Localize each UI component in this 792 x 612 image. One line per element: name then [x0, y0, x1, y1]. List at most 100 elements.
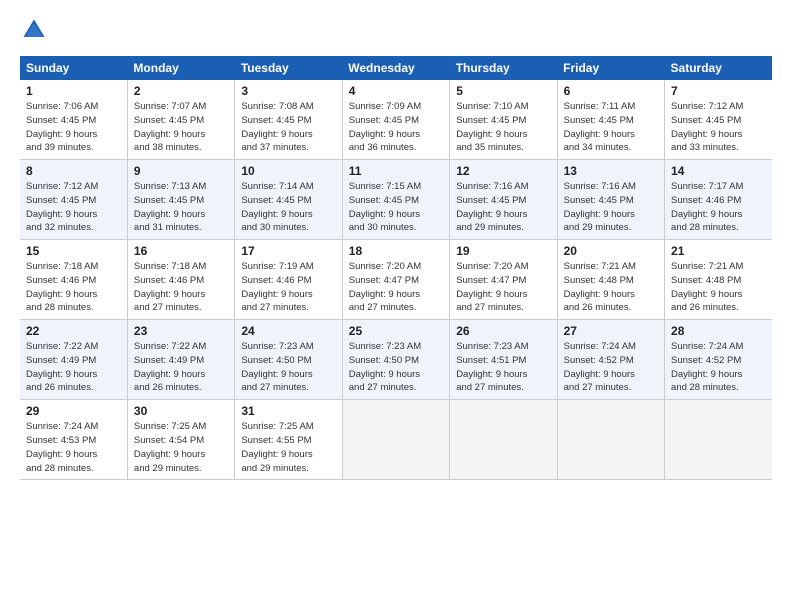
calendar-cell: 22 Sunrise: 7:22 AMSunset: 4:49 PMDayligh…: [20, 320, 127, 400]
calendar-table: SundayMondayTuesdayWednesdayThursdayFrid…: [20, 56, 772, 480]
day-number: 11: [349, 164, 443, 178]
header-row: SundayMondayTuesdayWednesdayThursdayFrid…: [20, 56, 772, 80]
header-cell-wednesday: Wednesday: [342, 56, 449, 80]
day-number: 22: [26, 324, 121, 338]
day-number: 26: [456, 324, 550, 338]
calendar-cell: 15 Sunrise: 7:18 AMSunset: 4:46 PMDayligh…: [20, 240, 127, 320]
day-info: Sunrise: 7:23 AMSunset: 4:50 PMDaylight:…: [349, 340, 443, 395]
day-info: Sunrise: 7:07 AMSunset: 4:45 PMDaylight:…: [134, 100, 228, 155]
day-info: Sunrise: 7:19 AMSunset: 4:46 PMDaylight:…: [241, 260, 335, 315]
day-info: Sunrise: 7:23 AMSunset: 4:50 PMDaylight:…: [241, 340, 335, 395]
day-number: 1: [26, 84, 121, 98]
day-info: Sunrise: 7:11 AMSunset: 4:45 PMDaylight:…: [564, 100, 658, 155]
day-info: Sunrise: 7:13 AMSunset: 4:45 PMDaylight:…: [134, 180, 228, 235]
day-number: 19: [456, 244, 550, 258]
calendar-cell: 11 Sunrise: 7:15 AMSunset: 4:45 PMDayligh…: [342, 160, 449, 240]
day-info: Sunrise: 7:18 AMSunset: 4:46 PMDaylight:…: [134, 260, 228, 315]
day-number: 21: [671, 244, 766, 258]
calendar-header: SundayMondayTuesdayWednesdayThursdayFrid…: [20, 56, 772, 80]
day-number: 17: [241, 244, 335, 258]
calendar-cell: 17 Sunrise: 7:19 AMSunset: 4:46 PMDayligh…: [235, 240, 342, 320]
day-number: 18: [349, 244, 443, 258]
day-info: Sunrise: 7:22 AMSunset: 4:49 PMDaylight:…: [134, 340, 228, 395]
header: [20, 16, 772, 44]
header-cell-monday: Monday: [127, 56, 234, 80]
day-number: 3: [241, 84, 335, 98]
day-info: Sunrise: 7:12 AMSunset: 4:45 PMDaylight:…: [26, 180, 121, 235]
calendar-cell: [342, 400, 449, 480]
week-row-1: 1 Sunrise: 7:06 AMSunset: 4:45 PMDaylight…: [20, 80, 772, 160]
logo: [20, 16, 52, 44]
calendar-cell: 30 Sunrise: 7:25 AMSunset: 4:54 PMDayligh…: [127, 400, 234, 480]
calendar-cell: 23 Sunrise: 7:22 AMSunset: 4:49 PMDayligh…: [127, 320, 234, 400]
day-number: 27: [564, 324, 658, 338]
calendar-cell: 1 Sunrise: 7:06 AMSunset: 4:45 PMDaylight…: [20, 80, 127, 160]
day-info: Sunrise: 7:21 AMSunset: 4:48 PMDaylight:…: [671, 260, 766, 315]
day-number: 16: [134, 244, 228, 258]
calendar-cell: 29 Sunrise: 7:24 AMSunset: 4:53 PMDayligh…: [20, 400, 127, 480]
calendar-cell: 28Sunrise: 7:24 AMSunset: 4:52 PMDayligh…: [665, 320, 772, 400]
calendar-cell: 12 Sunrise: 7:16 AMSunset: 4:45 PMDayligh…: [450, 160, 557, 240]
day-info: Sunrise: 7:08 AMSunset: 4:45 PMDaylight:…: [241, 100, 335, 155]
day-info: Sunrise: 7:10 AMSunset: 4:45 PMDaylight:…: [456, 100, 550, 155]
day-number: 15: [26, 244, 121, 258]
calendar-cell: 16 Sunrise: 7:18 AMSunset: 4:46 PMDayligh…: [127, 240, 234, 320]
calendar-cell: 9 Sunrise: 7:13 AMSunset: 4:45 PMDaylight…: [127, 160, 234, 240]
day-info: Sunrise: 7:16 AMSunset: 4:45 PMDaylight:…: [456, 180, 550, 235]
day-number: 14: [671, 164, 766, 178]
week-row-4: 22 Sunrise: 7:22 AMSunset: 4:49 PMDayligh…: [20, 320, 772, 400]
day-info: Sunrise: 7:18 AMSunset: 4:46 PMDaylight:…: [26, 260, 121, 315]
day-info: Sunrise: 7:22 AMSunset: 4:49 PMDaylight:…: [26, 340, 121, 395]
day-number: 10: [241, 164, 335, 178]
calendar-cell: 5Sunrise: 7:10 AMSunset: 4:45 PMDaylight…: [450, 80, 557, 160]
calendar-cell: 4Sunrise: 7:09 AMSunset: 4:45 PMDaylight…: [342, 80, 449, 160]
calendar-cell: 26 Sunrise: 7:23 AMSunset: 4:51 PMDayligh…: [450, 320, 557, 400]
day-info: Sunrise: 7:24 AMSunset: 4:52 PMDaylight:…: [564, 340, 658, 395]
day-info: Sunrise: 7:21 AMSunset: 4:48 PMDaylight:…: [564, 260, 658, 315]
day-number: 25: [349, 324, 443, 338]
day-number: 7: [671, 84, 766, 98]
day-number: 9: [134, 164, 228, 178]
week-row-3: 15 Sunrise: 7:18 AMSunset: 4:46 PMDayligh…: [20, 240, 772, 320]
day-number: 4: [349, 84, 443, 98]
calendar-cell: [557, 400, 664, 480]
calendar-cell: 20Sunrise: 7:21 AMSunset: 4:48 PMDayligh…: [557, 240, 664, 320]
calendar-body: 1 Sunrise: 7:06 AMSunset: 4:45 PMDaylight…: [20, 80, 772, 480]
day-info: Sunrise: 7:12 AMSunset: 4:45 PMDaylight:…: [671, 100, 766, 155]
calendar-cell: 27 Sunrise: 7:24 AMSunset: 4:52 PMDayligh…: [557, 320, 664, 400]
day-number: 30: [134, 404, 228, 418]
calendar-cell: 14Sunrise: 7:17 AMSunset: 4:46 PMDayligh…: [665, 160, 772, 240]
header-cell-sunday: Sunday: [20, 56, 127, 80]
day-number: 31: [241, 404, 335, 418]
calendar-cell: [665, 400, 772, 480]
day-number: 24: [241, 324, 335, 338]
calendar-cell: 31 Sunrise: 7:25 AMSunset: 4:55 PMDayligh…: [235, 400, 342, 480]
day-number: 12: [456, 164, 550, 178]
page-container: SundayMondayTuesdayWednesdayThursdayFrid…: [0, 0, 792, 490]
day-info: Sunrise: 7:25 AMSunset: 4:55 PMDaylight:…: [241, 420, 335, 475]
header-cell-friday: Friday: [557, 56, 664, 80]
logo-icon: [20, 16, 48, 44]
calendar-cell: 18 Sunrise: 7:20 AMSunset: 4:47 PMDayligh…: [342, 240, 449, 320]
day-info: Sunrise: 7:14 AMSunset: 4:45 PMDaylight:…: [241, 180, 335, 235]
week-row-2: 8Sunrise: 7:12 AMSunset: 4:45 PMDaylight…: [20, 160, 772, 240]
day-info: Sunrise: 7:06 AMSunset: 4:45 PMDaylight:…: [26, 100, 121, 155]
day-number: 29: [26, 404, 121, 418]
day-number: 13: [564, 164, 658, 178]
day-info: Sunrise: 7:25 AMSunset: 4:54 PMDaylight:…: [134, 420, 228, 475]
calendar-cell: 19Sunrise: 7:20 AMSunset: 4:47 PMDayligh…: [450, 240, 557, 320]
calendar-cell: 7 Sunrise: 7:12 AMSunset: 4:45 PMDaylight…: [665, 80, 772, 160]
calendar-cell: [450, 400, 557, 480]
day-info: Sunrise: 7:15 AMSunset: 4:45 PMDaylight:…: [349, 180, 443, 235]
day-number: 6: [564, 84, 658, 98]
day-number: 23: [134, 324, 228, 338]
day-info: Sunrise: 7:23 AMSunset: 4:51 PMDaylight:…: [456, 340, 550, 395]
calendar-cell: 10 Sunrise: 7:14 AMSunset: 4:45 PMDayligh…: [235, 160, 342, 240]
calendar-cell: 25 Sunrise: 7:23 AMSunset: 4:50 PMDayligh…: [342, 320, 449, 400]
calendar-cell: 3 Sunrise: 7:08 AMSunset: 4:45 PMDaylight…: [235, 80, 342, 160]
day-info: Sunrise: 7:20 AMSunset: 4:47 PMDaylight:…: [349, 260, 443, 315]
calendar-cell: 24 Sunrise: 7:23 AMSunset: 4:50 PMDayligh…: [235, 320, 342, 400]
calendar-cell: 21 Sunrise: 7:21 AMSunset: 4:48 PMDayligh…: [665, 240, 772, 320]
day-info: Sunrise: 7:24 AMSunset: 4:53 PMDaylight:…: [26, 420, 121, 475]
calendar-cell: 6 Sunrise: 7:11 AMSunset: 4:45 PMDaylight…: [557, 80, 664, 160]
